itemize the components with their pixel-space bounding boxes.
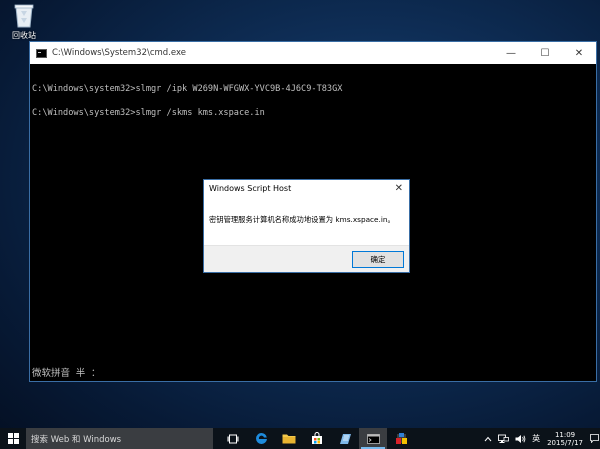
cmd-titlebar[interactable]: C:\Windows\System32\cmd.exe — ☐ ✕ — [30, 42, 596, 64]
recycle-bin-icon — [14, 4, 34, 28]
speaker-icon — [515, 434, 526, 443]
script-host-icon — [395, 433, 407, 444]
edge-icon — [255, 433, 267, 444]
clock-time: 11:09 — [554, 430, 576, 439]
chevron-up-icon — [484, 436, 492, 441]
clock[interactable]: 11:09 2015/7/17 — [543, 431, 588, 447]
recycle-bin-label: 回收站 — [12, 31, 36, 40]
edge-button[interactable] — [247, 428, 275, 449]
start-button[interactable] — [0, 428, 26, 449]
dialog-titlebar[interactable]: Windows Script Host ✕ — [204, 180, 409, 197]
console-line: C:\Windows\system32>slmgr /ipk W269N-WFG… — [32, 84, 343, 94]
console-output[interactable]: C:\Windows\system32>slmgr /ipk W269N-WFG… — [30, 64, 596, 119]
cmd-app-icon — [36, 48, 47, 58]
ok-button[interactable]: 确定 — [352, 251, 404, 268]
file-explorer-button[interactable] — [275, 428, 303, 449]
dialog-message: 密钥管理服务计算机名称成功地设置为 kms.xspace.in。 — [209, 215, 395, 224]
recycle-bin[interactable]: 回收站 — [4, 2, 44, 46]
folder-icon — [282, 434, 296, 444]
search-placeholder: 搜索 Web 和 Windows — [31, 434, 122, 445]
cmd-taskbar-button[interactable] — [359, 428, 387, 449]
edit-app-button[interactable] — [331, 428, 359, 449]
taskbar: 搜索 Web 和 Windows 英 11:09 2015/7/17 — [0, 428, 600, 449]
notification-icon — [589, 434, 599, 443]
cmd-icon — [366, 433, 380, 444]
task-view-icon — [227, 434, 239, 443]
network-button[interactable] — [495, 428, 512, 449]
input-language-button[interactable]: 英 — [529, 428, 543, 449]
ime-status-text: 微软拼音 半 ： — [32, 368, 101, 379]
script-host-dialog[interactable]: Windows Script Host ✕ 密钥管理服务计算机名称成功地设置为 … — [203, 179, 410, 273]
edit-app-icon — [339, 433, 351, 444]
store-icon — [312, 432, 322, 444]
volume-button[interactable] — [512, 428, 529, 449]
dialog-close-button[interactable]: ✕ — [395, 183, 403, 194]
show-hidden-icons-button[interactable] — [481, 428, 495, 449]
windows-logo-icon — [7, 433, 19, 444]
clock-date: 2015/7/17 — [547, 438, 583, 447]
console-line: C:\Windows\system32>slmgr /skms kms.xspa… — [32, 108, 265, 118]
minimize-button[interactable]: — — [494, 42, 528, 64]
dialog-footer: 确定 — [204, 245, 409, 272]
task-view-button[interactable] — [219, 428, 247, 449]
dialog-title: Windows Script Host — [209, 184, 292, 193]
search-input[interactable]: 搜索 Web 和 Windows — [26, 428, 213, 449]
network-icon — [498, 434, 509, 443]
close-button[interactable]: ✕ — [562, 42, 596, 64]
script-host-taskbar-button[interactable] — [387, 428, 415, 449]
notification-center-button[interactable] — [588, 428, 600, 449]
maximize-button[interactable]: ☐ — [528, 42, 562, 64]
cmd-window-title: C:\Windows\System32\cmd.exe — [52, 48, 186, 58]
store-button[interactable] — [303, 428, 331, 449]
